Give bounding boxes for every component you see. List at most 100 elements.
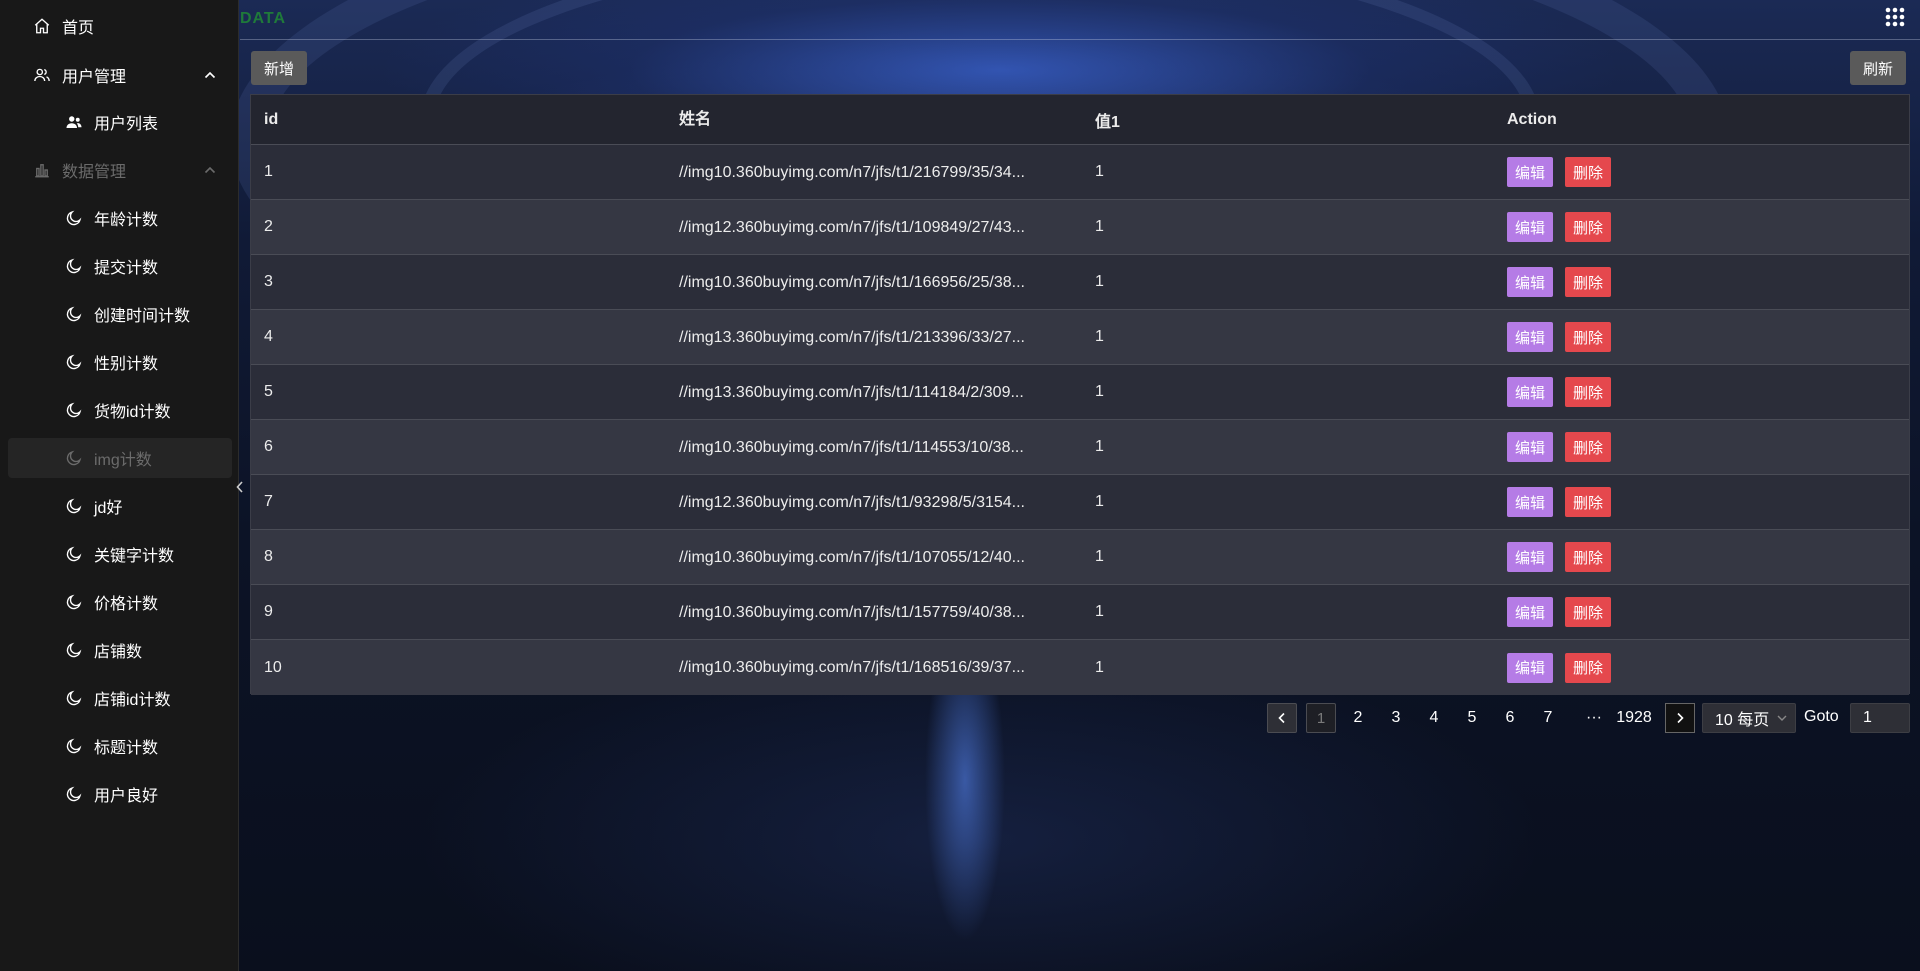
sidebar-item-user-list[interactable]: 用户列表 xyxy=(8,102,232,142)
cell-name: //img10.360buyimg.com/n7/jfs/t1/166956/2… xyxy=(679,274,1025,291)
top-bar: DATA xyxy=(240,0,1920,40)
cell-value1: 1 xyxy=(1095,493,1104,510)
sidebar-item-label: jd好 xyxy=(94,500,123,517)
apps-grid-icon[interactable] xyxy=(1884,6,1906,28)
cell-id: 3 xyxy=(264,273,273,290)
cell-action: 编辑 删除 xyxy=(1507,530,1807,584)
sidebar-item-label: 数据管理 xyxy=(62,164,127,181)
moon-icon xyxy=(64,448,84,468)
cell-id: 6 xyxy=(264,438,273,455)
edit-button[interactable]: 编辑 xyxy=(1507,487,1554,517)
page-link-3[interactable]: 3 xyxy=(1382,703,1410,733)
sidebar-item-data-9[interactable]: 价格计数 xyxy=(8,582,232,622)
home-icon xyxy=(32,16,52,36)
edit-button[interactable]: 编辑 xyxy=(1507,652,1554,683)
goto-page-input[interactable] xyxy=(1850,703,1910,733)
next-page-button[interactable] xyxy=(1665,703,1695,733)
sidebar-item-data-7[interactable]: jd好 xyxy=(8,486,232,526)
table-row: 3 //img10.360buyimg.com/n7/jfs/t1/166956/… xyxy=(251,255,1909,310)
edit-button[interactable]: 编辑 xyxy=(1507,157,1554,187)
column-header-id[interactable]: id xyxy=(264,95,564,144)
moon-icon xyxy=(64,592,84,612)
data-table: id 姓名 值1 Action 1 //img10.360buyimg.com/n… xyxy=(250,94,1910,695)
delete-button[interactable]: 删除 xyxy=(1565,542,1612,572)
page-link-7[interactable]: 7 xyxy=(1534,703,1562,733)
delete-button[interactable]: 删除 xyxy=(1565,212,1612,242)
delete-button[interactable]: 删除 xyxy=(1565,377,1612,407)
page-link-4[interactable]: 4 xyxy=(1420,703,1448,733)
cell-action: 编辑 删除 xyxy=(1507,365,1807,419)
edit-button[interactable]: 编辑 xyxy=(1507,432,1554,462)
cell-name: //img13.360buyimg.com/n7/jfs/t1/114184/2… xyxy=(679,384,1024,401)
table-row: 2 //img12.360buyimg.com/n7/jfs/t1/109849/… xyxy=(251,200,1909,255)
sidebar-item-data-5[interactable]: 货物id计数 xyxy=(8,390,232,430)
sidebar-group-user-management[interactable]: 用户管理 xyxy=(8,55,232,95)
cell-value1: 1 xyxy=(1095,163,1104,180)
cell-id: 8 xyxy=(264,548,273,565)
moon-icon xyxy=(64,400,84,420)
sidebar-item-data-6[interactable]: img计数 xyxy=(8,438,232,478)
delete-button[interactable]: 删除 xyxy=(1565,652,1612,683)
edit-button[interactable]: 编辑 xyxy=(1507,322,1554,352)
cell-name: //img12.360buyimg.com/n7/jfs/t1/93298/5/… xyxy=(679,494,1025,511)
sidebar-item-data-8[interactable]: 关键字计数 xyxy=(8,534,232,574)
sidebar-item-label: 用户列表 xyxy=(94,116,159,133)
page-link-5[interactable]: 5 xyxy=(1458,703,1486,733)
refresh-button[interactable]: 刷新 xyxy=(1850,51,1907,85)
cell-value1: 1 xyxy=(1095,548,1104,565)
cell-name: //img10.360buyimg.com/n7/jfs/t1/168516/3… xyxy=(679,659,1025,676)
delete-button[interactable]: 删除 xyxy=(1565,597,1612,627)
edit-button[interactable]: 编辑 xyxy=(1507,267,1554,297)
cell-name: //img10.360buyimg.com/n7/jfs/t1/216799/3… xyxy=(679,164,1025,181)
cell-id: 10 xyxy=(264,658,282,676)
cell-value1: 1 xyxy=(1095,438,1104,455)
sidebar-item-label: 提交计数 xyxy=(94,260,159,277)
delete-button[interactable]: 删除 xyxy=(1565,267,1612,297)
cell-value1: 1 xyxy=(1095,603,1104,620)
cell-action: 编辑 删除 xyxy=(1507,310,1807,364)
delete-button[interactable]: 删除 xyxy=(1565,322,1612,352)
cell-value1: 1 xyxy=(1095,328,1104,345)
delete-button[interactable]: 删除 xyxy=(1565,487,1612,517)
column-header-value1[interactable]: 值1 xyxy=(1095,95,1395,144)
delete-button[interactable]: 删除 xyxy=(1565,432,1612,462)
sidebar-item-data-3[interactable]: 创建时间计数 xyxy=(8,294,232,334)
page-link-1[interactable]: 1 xyxy=(1306,703,1336,733)
page-size-select[interactable]: 10 每页 xyxy=(1702,703,1796,733)
cell-action: 编辑 删除 xyxy=(1507,145,1807,199)
page-link-2[interactable]: 2 xyxy=(1344,703,1372,733)
sidebar-item-label: 年龄计数 xyxy=(94,212,159,229)
sidebar-item-data-2[interactable]: 提交计数 xyxy=(8,246,232,286)
sidebar-item-data-13[interactable]: 用户良好 xyxy=(8,774,232,814)
page-link-6[interactable]: 6 xyxy=(1496,703,1524,733)
edit-button[interactable]: 编辑 xyxy=(1507,597,1554,627)
sidebar-collapse-handle[interactable] xyxy=(233,478,247,496)
edit-button[interactable]: 编辑 xyxy=(1507,377,1554,407)
edit-button[interactable]: 编辑 xyxy=(1507,542,1554,572)
page-size-value: 10 每页 xyxy=(1715,712,1770,729)
cell-id: 2 xyxy=(264,218,273,235)
table-row: 7 //img12.360buyimg.com/n7/jfs/t1/93298/5… xyxy=(251,475,1909,530)
sidebar-item-data-1[interactable]: 年龄计数 xyxy=(8,198,232,238)
add-button[interactable]: 新增 xyxy=(251,51,308,85)
column-header-name[interactable]: 姓名 xyxy=(679,95,1071,144)
sidebar-item-data-4[interactable]: 性别计数 xyxy=(8,342,232,382)
cell-name: //img10.360buyimg.com/n7/jfs/t1/107055/1… xyxy=(679,549,1025,566)
edit-button[interactable]: 编辑 xyxy=(1507,212,1554,242)
delete-button[interactable]: 删除 xyxy=(1565,157,1612,187)
moon-icon xyxy=(64,208,84,228)
table-row: 8 //img10.360buyimg.com/n7/jfs/t1/107055/… xyxy=(251,530,1909,585)
cell-id: 5 xyxy=(264,383,273,400)
prev-page-button[interactable] xyxy=(1267,703,1297,733)
chevron-right-icon xyxy=(1677,712,1684,724)
sidebar-item-label: 创建时间计数 xyxy=(94,308,191,325)
page-link-1928[interactable]: 1928 xyxy=(1612,703,1656,733)
sidebar-item-data-10[interactable]: 店铺数 xyxy=(8,630,232,670)
moon-icon xyxy=(64,736,84,756)
sidebar-item-home[interactable]: 首页 xyxy=(8,6,232,46)
cell-action: 编辑 删除 xyxy=(1507,475,1807,529)
sidebar-group-data-management[interactable]: 数据管理 xyxy=(8,150,232,190)
page-ellipsis[interactable]: ··· xyxy=(1572,703,1616,733)
cell-value1: 1 xyxy=(1095,218,1104,235)
cell-id: 1 xyxy=(264,163,273,180)
